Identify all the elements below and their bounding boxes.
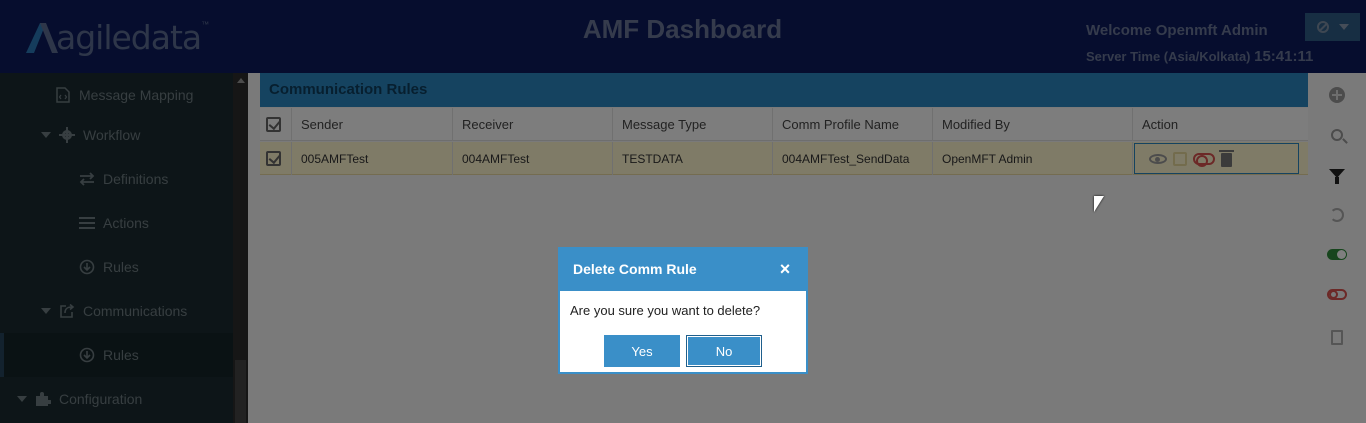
yes-button[interactable]: Yes xyxy=(604,335,680,367)
dialog-title: Delete Comm Rule xyxy=(573,261,697,277)
delete-comm-rule-dialog: Delete Comm Rule × Are you sure you want… xyxy=(558,247,808,374)
mouse-cursor-icon xyxy=(1094,196,1104,212)
dialog-header: Delete Comm Rule × xyxy=(560,249,806,291)
dialog-buttons: Yes No xyxy=(560,335,806,367)
dialog-message: Are you sure you want to delete? xyxy=(570,303,761,318)
no-button[interactable]: No xyxy=(686,335,762,367)
close-icon[interactable]: × xyxy=(778,260,792,278)
